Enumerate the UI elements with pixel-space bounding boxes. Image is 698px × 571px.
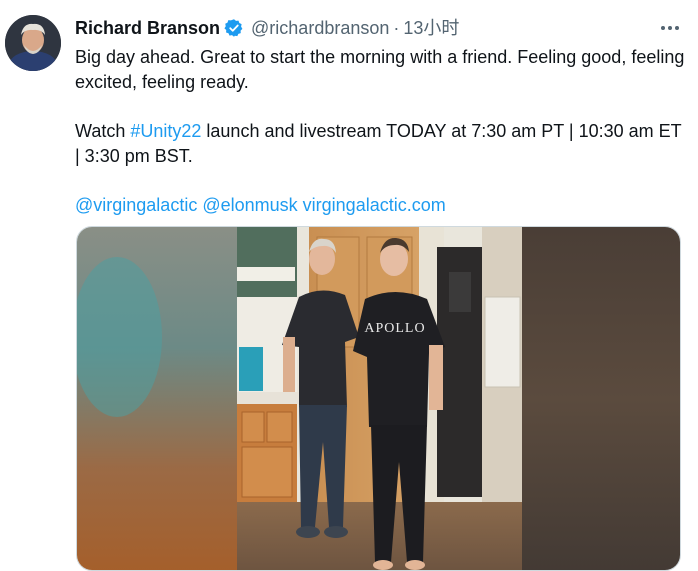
avatar[interactable] — [5, 15, 61, 71]
photo-two-men-in-kitchen: APOLLO — [77, 227, 680, 570]
header-separator: · — [393, 18, 400, 38]
tweet-text: Big day ahead. Great to start the mornin… — [75, 45, 685, 218]
apollo-shirt-text: APOLLO — [364, 321, 425, 336]
verified-badge-icon — [224, 18, 244, 38]
mention-link-elonmusk[interactable]: @elonmusk — [202, 195, 297, 215]
avatar-photo — [5, 15, 61, 71]
tweet-card[interactable]: Richard Branson @richardbranson · 13小时 B… — [0, 0, 698, 571]
tweet-paragraph-1: Big day ahead. Great to start the mornin… — [75, 47, 685, 92]
more-options-icon[interactable] — [658, 18, 682, 38]
author-handle[interactable]: @richardbranson — [251, 17, 389, 39]
paragraph-2-prefix: Watch — [75, 121, 131, 141]
tweet-header: Richard Branson @richardbranson · 13小时 — [75, 17, 638, 39]
url-link[interactable]: virgingalactic.com — [303, 195, 446, 215]
tweet-paragraph-3: @virgingalactic @elonmusk virgingalactic… — [75, 193, 685, 218]
timestamp[interactable]: 13小时 — [403, 17, 459, 39]
hashtag-link[interactable]: #Unity22 — [130, 121, 201, 141]
mention-link-virgingalactic[interactable]: @virgingalactic — [75, 195, 197, 215]
author-name[interactable]: Richard Branson — [75, 17, 220, 39]
tweet-photo[interactable]: APOLLO — [76, 226, 681, 571]
tweet-paragraph-2: Watch #Unity22 launch and livestream TOD… — [75, 119, 685, 169]
